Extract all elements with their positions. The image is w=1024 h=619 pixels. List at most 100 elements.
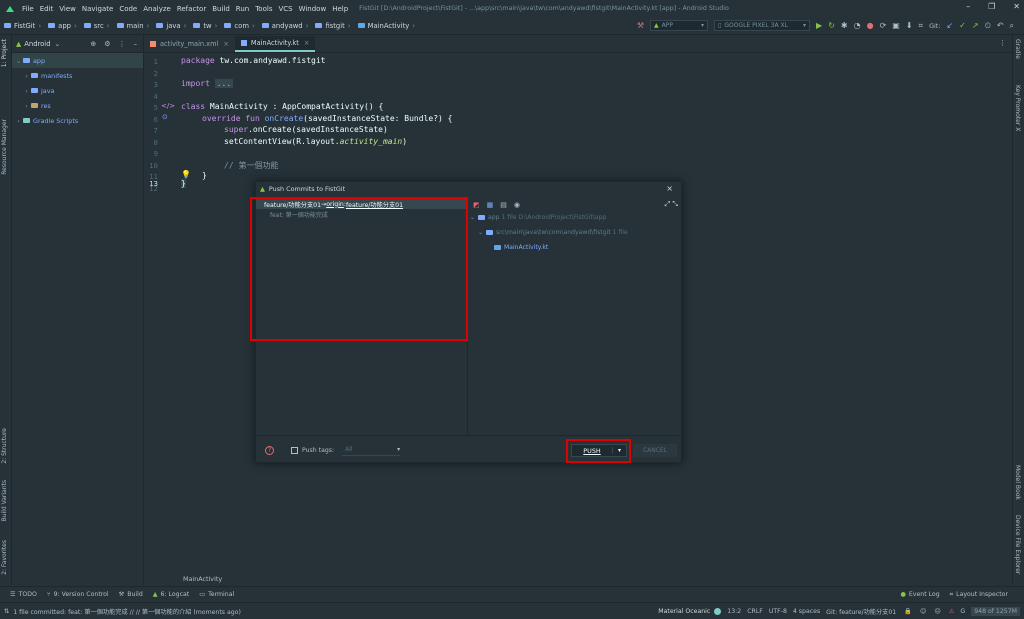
crumb-com[interactable]: com <box>224 22 249 30</box>
close-tab-icon[interactable]: × <box>223 40 229 48</box>
menu-refactor[interactable]: Refactor <box>174 5 209 13</box>
run-config-select[interactable]: ▲ APP ▾ <box>650 20 709 31</box>
menu-file[interactable]: File <box>19 5 37 13</box>
crumb-app[interactable]: app <box>48 22 71 30</box>
rollback-icon[interactable]: ↶ <box>997 21 1004 30</box>
chevron-down-icon[interactable]: ⌄ <box>55 40 61 48</box>
tree-item-res[interactable]: › res <box>12 98 143 113</box>
tab-actions-icon[interactable]: ⋮ <box>999 39 1006 47</box>
tool-version-control[interactable]: ⑂ 9: Version Control <box>47 591 109 598</box>
hammer-icon[interactable]: ⚒ <box>637 21 644 30</box>
crumb-project[interactable]: FistGit <box>4 22 35 30</box>
override-gutter-icon[interactable]: ⊙ <box>162 113 168 121</box>
tree-item-app[interactable]: ⌄ app <box>12 53 143 68</box>
push-tags-checkbox[interactable] <box>291 446 298 454</box>
tool-build[interactable]: ⚒ Build <box>119 591 143 598</box>
folded-imports[interactable]: ... <box>214 79 234 88</box>
tab-mainactivity-kt[interactable]: MainActivity.kt × <box>234 36 316 52</box>
project-view-select[interactable]: Android <box>24 40 50 48</box>
menu-build[interactable]: Build <box>209 5 233 13</box>
sdk-manager-icon[interactable]: ⬇ <box>906 21 913 30</box>
changes-path-row[interactable]: ⌄ src\main\java\tw\com\andyawd\fistgit 1 … <box>468 225 683 240</box>
lock-icon[interactable]: 🔒 <box>904 607 912 615</box>
changes-file-row[interactable]: MainActivity.kt <box>468 240 683 255</box>
file-icon[interactable]: ▤ <box>500 201 507 209</box>
menu-window[interactable]: Window <box>296 5 330 13</box>
history-icon[interactable]: ⏲ <box>985 21 991 31</box>
crumb-main[interactable]: main <box>116 22 144 30</box>
close-window-button[interactable]: ✕ <box>1013 2 1020 11</box>
close-dialog-button[interactable]: × <box>666 184 673 193</box>
cursor-position[interactable]: 13:2 <box>727 608 741 615</box>
menu-view[interactable]: View <box>56 5 79 13</box>
indent-setting[interactable]: 4 spaces <box>793 608 820 615</box>
crumb-src[interactable]: src <box>83 22 104 30</box>
help-icon[interactable]: ? <box>265 445 274 455</box>
tags-select[interactable]: All ▾ <box>342 445 401 456</box>
debug-icon[interactable]: ✱ <box>841 21 848 30</box>
tab-gradle[interactable]: Gradle <box>1014 39 1021 59</box>
file-encoding[interactable]: UTF-8 <box>769 608 787 615</box>
layout-inspector-icon[interactable]: ⌗ <box>919 21 924 31</box>
group-by-icon[interactable]: ▦ <box>487 201 494 209</box>
menu-analyze[interactable]: Analyze <box>140 5 174 13</box>
cancel-button[interactable]: CANCEL <box>633 444 677 457</box>
stop-icon[interactable]: ● <box>867 21 874 30</box>
inspector-face-icon[interactable]: ☺ <box>920 608 926 615</box>
maximize-button[interactable]: ❐ <box>988 2 995 11</box>
hide-panel-icon[interactable]: – <box>134 40 138 48</box>
crumb-tw[interactable]: tw <box>193 22 212 30</box>
close-tab-icon[interactable]: × <box>304 39 310 47</box>
tree-item-java[interactable]: › java <box>12 83 143 98</box>
tab-project[interactable]: 1: Project <box>1 39 8 67</box>
menu-vcs[interactable]: VCS <box>275 5 295 13</box>
sync-icon[interactable]: ⟳ <box>880 21 887 30</box>
code-breadcrumb[interactable]: MainActivity <box>144 575 1012 586</box>
vcs-commit-icon[interactable]: ✓ <box>959 21 966 30</box>
menu-tools[interactable]: Tools <box>252 5 275 13</box>
tree-item-gradle-scripts[interactable]: › Gradle Scripts <box>12 113 143 128</box>
menu-run[interactable]: Run <box>233 5 252 13</box>
lightbulb-icon[interactable]: 💡 <box>181 170 191 179</box>
settings-gear-icon[interactable]: ⚙ <box>104 40 110 48</box>
expand-all-icon[interactable]: ⤢ ⤡ <box>665 200 678 209</box>
tab-favorites[interactable]: 2: Favorites <box>1 540 8 575</box>
theme-label[interactable]: Material Oceanic <box>658 608 710 615</box>
tree-item-manifests[interactable]: › manifests <box>12 68 143 83</box>
memory-indicator[interactable]: 948 of 1257M <box>971 606 1020 616</box>
diff-icon[interactable]: ◩ <box>473 201 480 209</box>
feedback-face-icon[interactable]: ☹ <box>934 608 940 615</box>
tab-activity-main-xml[interactable]: activity_main.xml × <box>144 36 235 52</box>
line-separator[interactable]: CRLF <box>747 608 763 615</box>
tool-logcat[interactable]: ▲ 6: Logcat <box>153 591 189 598</box>
locate-icon[interactable]: ⊕ <box>90 40 96 48</box>
crumb-fistgit[interactable]: fistgit <box>315 22 345 30</box>
menu-edit[interactable]: Edit <box>37 5 57 13</box>
tool-layout-inspector[interactable]: ⌗ Layout Inspector <box>950 591 1008 599</box>
power-save-icon[interactable]: ⚠ <box>949 608 955 615</box>
vcs-push-icon[interactable]: ↗ <box>972 21 979 30</box>
tool-event-log[interactable]: ● Event Log <box>900 591 939 598</box>
tab-model-book[interactable]: Model Book <box>1014 465 1021 500</box>
minimize-button[interactable]: – <box>966 2 970 11</box>
tab-structure[interactable]: 2: Structure <box>1 428 8 464</box>
eye-icon[interactable]: ◉ <box>514 201 520 209</box>
crumb-andyawd[interactable]: andyawd <box>261 22 303 30</box>
run-icon[interactable]: ▶ <box>816 21 822 30</box>
device-select[interactable]: ▯ GOOGLE PIXEL 3A XL ▾ <box>714 20 811 31</box>
menu-navigate[interactable]: Navigate <box>79 5 116 13</box>
more-icon[interactable]: ⋮ <box>119 40 126 48</box>
class-gutter-icon[interactable]: </> <box>161 102 175 110</box>
menu-help[interactable]: Help <box>329 5 351 13</box>
tab-device-file-explorer[interactable]: Device File Explorer <box>1014 515 1021 574</box>
menu-code[interactable]: Code <box>116 5 140 13</box>
avd-manager-icon[interactable]: ▣ <box>892 21 900 30</box>
apply-changes-icon[interactable]: ↻ <box>828 21 835 30</box>
tab-resource-manager[interactable]: Resource Manager <box>1 119 8 175</box>
crumb-java[interactable]: java <box>156 22 181 30</box>
vcs-update-icon[interactable]: ↙ <box>946 21 953 30</box>
git-branch[interactable]: Git: feature/功能分支01 <box>826 607 896 616</box>
crumb-mainactivity[interactable]: MainActivity <box>357 22 409 30</box>
profile-icon[interactable]: ◔ <box>854 21 861 30</box>
tool-terminal[interactable]: ▭ Terminal <box>199 591 234 598</box>
